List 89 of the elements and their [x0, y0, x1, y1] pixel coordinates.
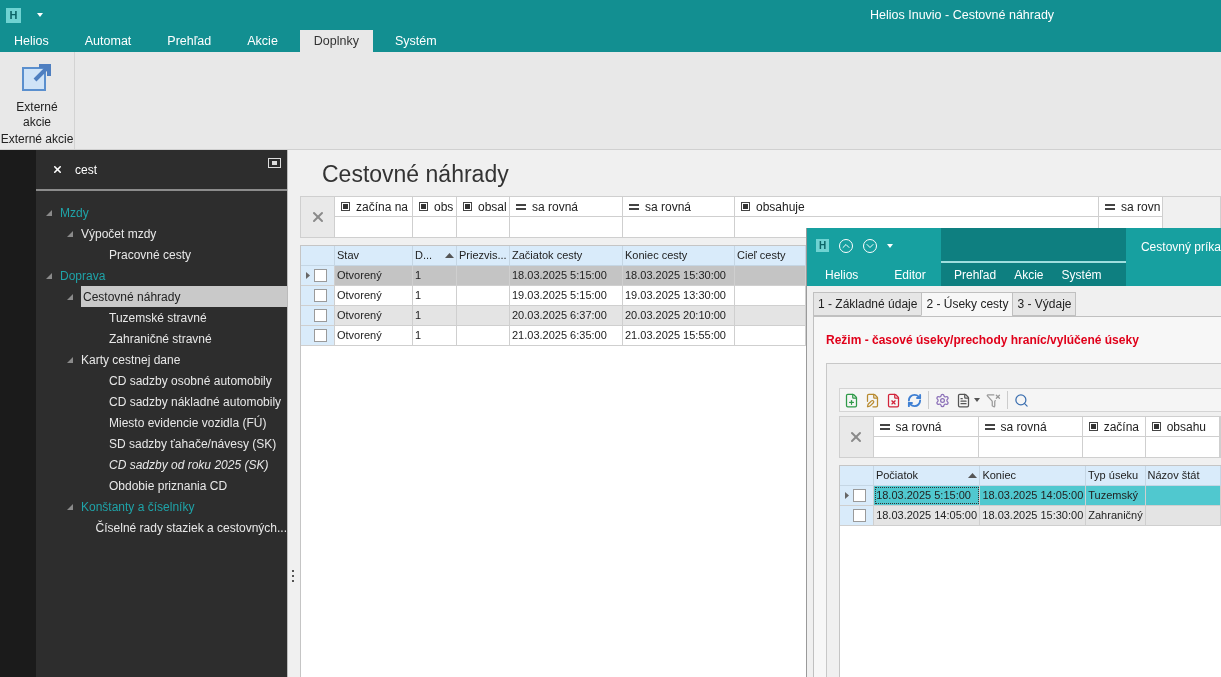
table-cell: 20.03.2025 20:10:00: [623, 306, 735, 325]
column-header-label: D...: [415, 248, 433, 264]
filter-operator-label: sa rovná: [895, 418, 942, 436]
ribbon-group-label: Externé akcie: [0, 132, 74, 147]
tree-item[interactable]: Konštanty a číselníky: [81, 496, 287, 517]
column-header-label: Začiatok cesty: [512, 248, 583, 264]
ribbon-tab[interactable]: Akcie: [233, 30, 292, 52]
table-cell: 20.03.2025 6:37:00: [510, 306, 623, 325]
filter-operator-label: sa rovná: [532, 198, 579, 216]
filter-operator-label: obs: [434, 198, 454, 216]
filter-operator-label: obsahuje: [756, 198, 805, 216]
table-cell: 18.03.2025 14:05:00: [980, 486, 1087, 505]
table-cell: 18.03.2025 15:30:00: [980, 506, 1087, 525]
filter-operator-label: začína: [1103, 418, 1139, 436]
column-header[interactable]: Názov štát: [1145, 466, 1221, 485]
table-cell: 21.03.2025 15:55:00: [623, 326, 735, 345]
table-cell: 19.03.2025 13:30:00: [623, 286, 735, 305]
table-cell: 18.03.2025 15:30:00: [623, 266, 735, 285]
table-cell: 18.03.2025 5:15:00: [510, 266, 623, 285]
mode-heading: Režim - časové úseky/prechody hraníc/vylúčené úseky: [826, 332, 1140, 349]
tree-item[interactable]: SD sadzby ťahače/návesy (SK): [102, 433, 287, 454]
column-header[interactable]: Stav: [335, 246, 413, 265]
window-title: Helios Inuvio - Cestovné náhrady: [870, 6, 1055, 24]
table-row[interactable]: 18.03.2025 5:15:00 18.03.2025 14:05:00 Tuzemský: [840, 486, 1221, 506]
tree-item[interactable]: CD sadzby od roku 2025 (SK): [102, 454, 287, 475]
column-header[interactable]: Koniec: [980, 466, 1086, 485]
tree-item[interactable]: CD sadzby osobné automobily: [102, 370, 287, 391]
table-cell: Otvorený: [335, 286, 413, 305]
column-header[interactable]: Začiatok cesty: [510, 246, 623, 265]
tree-item[interactable]: Miesto evidencie vozidla (FÚ): [102, 412, 287, 433]
table-cell: 18.03.2025 14:05:00: [874, 506, 981, 525]
filter-operator-label: obsahu: [1166, 418, 1206, 436]
page-tab[interactable]: 3 - Výdaje: [1012, 292, 1077, 316]
table-cell: Otvorený: [335, 266, 413, 285]
table-cell: Zahraničný: [1086, 506, 1146, 525]
table-cell: 1: [413, 306, 457, 325]
table-row[interactable]: 18.03.2025 14:05:00 18.03.2025 15:30:00 Zahraničný: [840, 506, 1221, 526]
ribbon-tab[interactable]: Automat: [70, 30, 146, 52]
table-cell: Tuzemský: [1086, 486, 1146, 505]
table-cell: 1: [413, 326, 457, 345]
page-tab[interactable]: 2 - Úseky cesty: [921, 292, 1014, 316]
tree-item[interactable]: Cestovné náhrady: [81, 286, 287, 307]
column-header-label: Názov štát: [1147, 468, 1200, 484]
tree-item[interactable]: Zahraničné stravné: [102, 328, 287, 349]
tree-item[interactable]: Výpočet mzdy: [81, 223, 287, 244]
column-header[interactable]: Typ úseku: [1086, 466, 1146, 485]
table-cell: 19.03.2025 5:15:00: [510, 286, 623, 305]
tree-item[interactable]: Pracovné cesty: [102, 244, 287, 265]
table-cell: 1: [413, 266, 457, 285]
tree-item[interactable]: Tuzemské stravné: [102, 307, 287, 328]
filter-operator-label: sa rovn: [1121, 198, 1161, 216]
ribbon-tab[interactable]: Systém: [381, 30, 451, 52]
column-header-label: Typ úseku: [1088, 468, 1139, 484]
filter-operator-label: začína na: [356, 198, 409, 216]
tree-item[interactable]: Obdobie priznania CD: [102, 475, 287, 496]
ribbon-tab[interactable]: Systém: [1052, 265, 1111, 284]
table-cell: Otvorený: [335, 326, 413, 345]
column-header-label: Koniec cesty: [625, 248, 688, 264]
filter-operator-label: sa rovná: [1000, 418, 1047, 436]
table-cell: 18.03.2025 5:15:00: [874, 486, 981, 505]
column-header-label: Cieľ cesty: [737, 248, 786, 264]
ribbon-tab[interactable]: Doplnky: [299, 30, 373, 52]
window-title: Cestovný príka: [1140, 239, 1221, 256]
tree-item[interactable]: CD sadzby nákladné automobily: [102, 391, 287, 412]
external-actions-button[interactable]: Externé akcie: [9, 62, 65, 130]
table-cell: 1: [413, 286, 457, 305]
tree-item[interactable]: Doprava: [60, 265, 287, 286]
page-title: Cestovné náhrady: [322, 160, 510, 188]
app-logo: H: [816, 239, 829, 252]
tree-item[interactable]: Karty cestnej dane: [81, 349, 287, 370]
tree-item[interactable]: Číselné rady staziek a cestovných...: [88, 517, 287, 538]
column-header-label: Koniec: [982, 468, 1017, 484]
ribbon-tab[interactable]: Akcie: [1005, 265, 1053, 284]
column-header-label: Stav: [337, 248, 359, 264]
page-tab[interactable]: 1 - Základné údaje: [813, 292, 923, 316]
ribbon-tab[interactable]: Helios: [0, 30, 63, 52]
column-header[interactable]: Počiatok: [873, 466, 981, 485]
table-cell: Otvorený: [335, 306, 413, 325]
tree-item[interactable]: Mzdy: [60, 202, 287, 223]
filter-operator-label: sa rovná: [645, 198, 692, 216]
table-cell: 21.03.2025 6:35:00: [510, 326, 623, 345]
column-header-label: Počiatok: [875, 468, 919, 484]
app-logo: H: [6, 7, 21, 23]
search-field[interactable]: cest: [75, 160, 97, 179]
ribbon-tab[interactable]: Prehľad: [153, 30, 226, 52]
column-header[interactable]: D...: [413, 246, 457, 265]
filter-operator-label: obsal: [478, 198, 507, 216]
ribbon-tab[interactable]: Prehľad: [945, 265, 1006, 284]
column-header[interactable]: Koniec cesty: [623, 246, 735, 265]
